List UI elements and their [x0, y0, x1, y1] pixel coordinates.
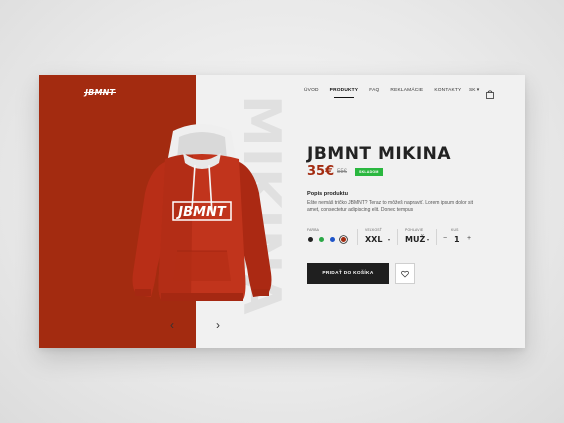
color-swatch-red[interactable] — [341, 237, 346, 242]
product-title: JBMNT MIKINA — [307, 144, 452, 164]
quantity-plus-button[interactable]: + — [467, 235, 471, 242]
color-swatch-blue[interactable] — [330, 237, 335, 242]
brand-logo[interactable]: JBMNT — [83, 88, 117, 97]
description-text: Ešte nemáš tričko JBMNT? Teraz to môžeš … — [307, 200, 474, 213]
heart-icon[interactable] — [395, 263, 415, 284]
color-swatch-black[interactable] — [308, 237, 313, 242]
add-to-cart-button[interactable]: PRIDAŤ DO KOŠÍKA — [307, 263, 389, 284]
top-navigation: ÚVOD PRODUKTY FAQ REKLAMÁCIE KONTAKTY — [304, 88, 472, 98]
gender-value[interactable]: MUŽ — [405, 235, 425, 244]
hoodie-print: JBMNT — [175, 205, 227, 220]
nav-item-uvod[interactable]: ÚVOD — [304, 88, 319, 93]
quantity-label: KUS — [451, 228, 459, 232]
stock-badge: SKLADOM — [355, 168, 383, 176]
quantity-minus-button[interactable]: − — [443, 235, 447, 242]
gender-chevron-icon[interactable]: ▾ — [427, 237, 429, 242]
gender-label: POHLAVIE — [405, 228, 424, 232]
nav-item-kontakty[interactable]: KONTAKTY — [434, 88, 461, 93]
divider — [397, 229, 398, 245]
divider — [357, 229, 358, 245]
description-heading: Popis produktu — [307, 191, 349, 197]
carousel-prev-arrow[interactable]: ‹ — [166, 319, 178, 331]
color-label: FARBA — [307, 228, 320, 232]
color-swatch-green[interactable] — [319, 237, 324, 242]
nav-item-produkty[interactable]: PRODUKTY — [330, 88, 359, 98]
old-price: 55€ — [337, 169, 348, 175]
quantity-value[interactable]: 1 — [454, 235, 460, 244]
size-label: VEĽKOSŤ — [365, 228, 383, 232]
size-value[interactable]: XXL — [365, 235, 382, 244]
product-image: JBMNT — [121, 123, 283, 323]
nav-item-faq[interactable]: FAQ — [369, 88, 379, 93]
size-chevron-icon[interactable]: ▾ — [388, 237, 390, 242]
carousel-next-arrow[interactable]: › — [212, 319, 224, 331]
language-selector[interactable]: SK ▾ — [469, 88, 479, 93]
product-card: JBMNT MIKINA JBMNT ‹ › ÚVOD PRODUKTY FAQ… — [39, 75, 525, 348]
product-price: 35€ — [307, 164, 335, 179]
divider — [436, 229, 437, 245]
nav-item-reklamacie[interactable]: REKLAMÁCIE — [390, 88, 423, 93]
bag-icon[interactable] — [486, 86, 494, 99]
